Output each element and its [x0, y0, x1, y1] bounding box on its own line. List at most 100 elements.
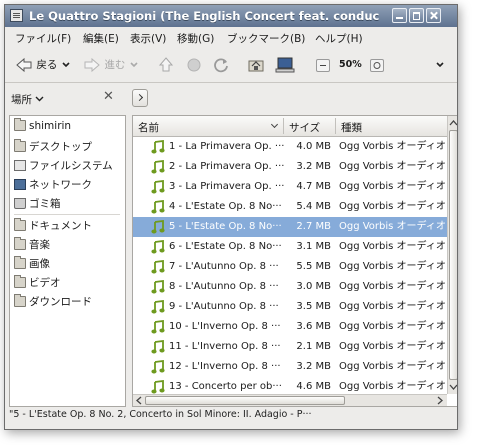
home-folder-icon — [14, 118, 26, 131]
column-separator[interactable] — [335, 118, 336, 134]
menu-help[interactable]: ヘルプ(H) — [315, 31, 363, 46]
file-name: 10 - L'Inverno Op. 8 ··· — [169, 321, 281, 332]
chevron-down-icon — [35, 96, 44, 102]
file-row[interactable]: 6 - L'Estate Op. 8 No··· 3.1 MB Ogg Vorbis… — [133, 237, 447, 257]
menu-view[interactable]: 表示(V) — [130, 31, 166, 46]
audio-file-icon — [151, 320, 165, 334]
music-folder-icon — [14, 237, 26, 250]
reload-button[interactable] — [212, 55, 230, 75]
sidebar-item-label: 音楽 — [29, 239, 50, 251]
audio-file-icon — [151, 180, 165, 194]
forward-button[interactable]: 進む — [83, 55, 139, 75]
sidebar-item-label: デスクトップ — [29, 141, 92, 153]
documents-folder-icon — [14, 218, 26, 231]
file-row[interactable]: 10 - L'Inverno Op. 8 ··· 3.6 MB Ogg Vorbis… — [133, 317, 447, 337]
file-size: 5.5 MB — [296, 261, 331, 272]
vertical-scrollbar[interactable] — [447, 116, 458, 394]
reload-icon — [214, 58, 228, 73]
file-size: 3.1 MB — [296, 241, 331, 252]
file-manager-window: Le Quattro Stagioni (The English Concert… — [4, 4, 458, 430]
sidebar-divider — [14, 214, 120, 215]
file-row[interactable]: 5 - L'Estate Op. 8 No··· 2.7 MB Ogg Vorbis… — [133, 217, 447, 237]
zoom-in-button[interactable] — [370, 59, 384, 72]
file-list-view: 名前 サイズ 種類 1 - La Primavera Op. ··· 4.0 MB… — [132, 115, 458, 407]
home-folder-icon — [248, 60, 264, 72]
file-row[interactable]: 7 - L'Autunno Op. 8 ··· 5.5 MB Ogg Vorbis … — [133, 257, 447, 277]
window-menu-icon[interactable] — [10, 9, 23, 22]
close-button[interactable] — [426, 8, 441, 23]
sidebar-item-filesystem[interactable]: ファイルシステム — [14, 158, 113, 174]
column-separator[interactable] — [283, 118, 284, 134]
close-sidebar-icon[interactable]: ✕ — [103, 89, 114, 104]
sidebar-item-pictures[interactable]: 画像 — [14, 256, 50, 272]
file-row[interactable]: 4 - L'Estate Op. 8 No··· 5.4 MB Ogg Vorbis… — [133, 197, 447, 217]
column-header-size[interactable]: サイズ — [289, 120, 320, 135]
file-size: 5.4 MB — [296, 201, 331, 212]
audio-file-icon — [151, 380, 165, 394]
menu-edit[interactable]: 編集(E) — [83, 31, 119, 46]
file-row[interactable]: 9 - L'Autunno Op. 8 ··· 3.5 MB Ogg Vorbis … — [133, 297, 447, 317]
menu-file[interactable]: ファイル(F) — [15, 31, 71, 46]
menu-bookmarks[interactable]: ブックマーク(B) — [227, 31, 305, 46]
path-bar-forward-button[interactable] — [132, 89, 148, 107]
scroll-down-arrow-icon[interactable] — [449, 382, 458, 393]
file-row[interactable]: 3 - La Primavera Op. ··· 4.7 MB Ogg Vorbis… — [133, 177, 447, 197]
scroll-up-arrow-icon[interactable] — [449, 118, 458, 129]
file-type: Ogg Vorbis オーディオ — [339, 221, 446, 232]
sidebar-item-documents[interactable]: ドキュメント — [14, 218, 92, 234]
horizontal-scroll-thumb[interactable] — [145, 396, 345, 405]
maximize-button[interactable] — [409, 8, 424, 23]
view-mode-dropdown[interactable] — [435, 55, 445, 75]
file-name: 4 - L'Estate Op. 8 No··· — [169, 201, 282, 212]
file-type: Ogg Vorbis オーディオ — [339, 281, 446, 292]
sidebar-item-label: ドキュメント — [29, 220, 92, 232]
sidebar-item-home[interactable]: shimirin — [14, 118, 71, 136]
vertical-scroll-thumb[interactable] — [449, 130, 457, 380]
audio-file-icon — [151, 280, 165, 294]
up-arrow-icon — [158, 57, 174, 72]
computer-button[interactable] — [275, 55, 295, 75]
zoom-out-button[interactable] — [316, 59, 330, 72]
sidebar-item-label: ビデオ — [29, 277, 61, 289]
network-icon — [14, 179, 26, 190]
zoom-in-icon — [373, 62, 381, 69]
file-row[interactable]: 1 - La Primavera Op. ··· 4.0 MB Ogg Vorbis… — [133, 137, 447, 157]
audio-file-icon — [151, 140, 165, 154]
zoom-level[interactable]: 50% — [339, 55, 362, 75]
places-dropdown[interactable]: 場所 — [11, 92, 44, 107]
file-rows: 1 - La Primavera Op. ··· 4.0 MB Ogg Vorbis… — [133, 137, 447, 401]
column-header-name[interactable]: 名前 — [138, 120, 159, 135]
file-row[interactable]: 2 - La Primavera Op. ··· 3.2 MB Ogg Vorbis… — [133, 157, 447, 177]
sidebar-item-network[interactable]: ネットワーク — [14, 177, 92, 193]
sidebar-item-trash[interactable]: ゴミ箱 — [14, 196, 61, 212]
videos-folder-icon — [14, 275, 26, 288]
file-row[interactable]: 8 - L'Autunno Op. 8 ··· 3.0 MB Ogg Vorbis … — [133, 277, 447, 297]
sidebar-item-desktop[interactable]: デスクトップ — [14, 139, 92, 155]
column-header-type[interactable]: 種類 — [341, 120, 362, 135]
up-button[interactable] — [157, 55, 175, 75]
file-name: 9 - L'Autunno Op. 8 ··· — [169, 301, 279, 312]
back-button[interactable]: 戻る — [15, 55, 71, 75]
menu-go[interactable]: 移動(G) — [177, 31, 214, 46]
sort-descending-icon — [270, 120, 279, 129]
sidebar-item-music[interactable]: 音楽 — [14, 237, 50, 253]
back-history-chevron-icon[interactable] — [61, 60, 71, 70]
title-bar[interactable]: Le Quattro Stagioni (The English Concert… — [5, 5, 457, 27]
location-bar: 場所 ✕ — [5, 83, 457, 113]
forward-history-chevron-icon[interactable] — [129, 60, 139, 70]
file-size: 3.0 MB — [296, 281, 331, 292]
scroll-right-arrow-icon[interactable] — [436, 396, 444, 405]
file-name: 2 - La Primavera Op. ··· — [169, 161, 285, 172]
window-title: Le Quattro Stagioni (The English Concert… — [29, 9, 379, 23]
sidebar-item-videos[interactable]: ビデオ — [14, 275, 61, 291]
file-row[interactable]: 11 - L'Inverno Op. 8 ··· 2.1 MB Ogg Vorbis… — [133, 337, 447, 357]
stop-button[interactable] — [185, 55, 203, 75]
home-button[interactable] — [247, 55, 265, 75]
minimize-button[interactable] — [392, 8, 407, 23]
scroll-left-arrow-icon[interactable] — [135, 396, 143, 405]
file-type: Ogg Vorbis オーディオ — [339, 341, 446, 352]
horizontal-scrollbar[interactable] — [133, 394, 447, 406]
sidebar-item-downloads[interactable]: ダウンロード — [14, 294, 92, 310]
file-row[interactable]: 12 - L'Inverno Op. 8 ··· 3.2 MB Ogg Vorbis… — [133, 357, 447, 377]
file-name: 12 - L'Inverno Op. 8 ··· — [169, 361, 281, 372]
